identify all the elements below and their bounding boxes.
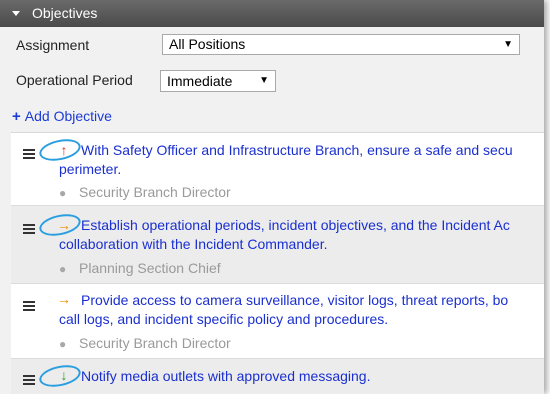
collapse-caret-icon[interactable] — [12, 10, 20, 16]
add-objective-link[interactable]: + Add Objective — [12, 108, 112, 125]
assignee-name: Security Branch Director — [79, 184, 231, 200]
add-objective-label: Add Objective — [24, 108, 112, 124]
objective-row[interactable]: ↓ Notify media outlets with approved mes… — [11, 359, 544, 394]
operational-period-select-value: Immediate — [167, 73, 233, 89]
section-header[interactable]: Objectives — [0, 0, 544, 27]
objective-row[interactable]: ↑ With Safety Officer and Infrastructure… — [11, 133, 544, 206]
assignment-label: Assignment — [16, 37, 90, 53]
assignee-name: Security Branch Director — [79, 335, 231, 351]
objective-assignee: ● Security Branch Director — [59, 335, 231, 351]
person-icon: ● — [59, 262, 67, 276]
priority-down-arrow-icon: ↓ — [60, 367, 68, 383]
priority-right-arrow-icon: → — [57, 291, 71, 307]
person-icon: ● — [59, 186, 67, 200]
objective-text-line-1: With Safety Officer and Infrastructure B… — [81, 142, 513, 158]
objective-row[interactable]: → Establish operational periods, inciden… — [11, 206, 544, 284]
drag-handle-icon[interactable] — [23, 375, 35, 385]
assignment-select[interactable]: All Positions ▼ — [162, 34, 520, 55]
objective-text-line-1: Establish operational periods, incident … — [81, 217, 510, 233]
objective-text[interactable]: Establish operational periods, incident … — [59, 216, 544, 254]
person-icon: ● — [59, 337, 67, 351]
objective-text-line-1: Provide access to camera surveillance, v… — [81, 292, 509, 308]
objectives-list: ↑ With Safety Officer and Infrastructure… — [11, 132, 544, 394]
assignee-name: Planning Section Chief — [79, 260, 221, 276]
objective-assignee: ● Planning Section Chief — [59, 260, 221, 276]
operational-period-label: Operational Period — [16, 72, 133, 88]
objective-text[interactable]: With Safety Officer and Infrastructure B… — [59, 141, 544, 179]
operational-period-select[interactable]: Immediate ▼ — [160, 70, 276, 92]
objective-text-line-2: call logs, and incident specific policy … — [59, 311, 389, 327]
drag-handle-icon[interactable] — [23, 149, 35, 159]
drag-handle-icon[interactable] — [23, 224, 35, 234]
objective-text[interactable]: Notify media outlets with approved messa… — [81, 367, 544, 386]
priority-up-arrow-icon: ↑ — [60, 142, 68, 158]
assignment-select-value: All Positions — [169, 36, 246, 52]
objective-text-line-1: Notify media outlets with approved messa… — [81, 368, 371, 384]
objective-text-line-2: perimeter. — [59, 161, 122, 177]
objective-text[interactable]: Provide access to camera surveillance, v… — [59, 291, 544, 329]
section-title: Objectives — [32, 5, 98, 21]
dropdown-arrow-icon: ▼ — [503, 39, 513, 50]
objective-text-line-2: collaboration with the Incident Commande… — [59, 236, 328, 252]
plus-icon: + — [12, 108, 21, 125]
dropdown-arrow-icon: ▼ — [259, 75, 269, 86]
objectives-panel: Objectives Assignment All Positions ▼ Op… — [0, 0, 544, 394]
objective-row[interactable]: → Provide access to camera surveillance,… — [11, 284, 544, 359]
objective-assignee: ● Security Branch Director — [59, 184, 231, 200]
priority-right-arrow-icon: → — [57, 217, 71, 233]
drag-handle-icon[interactable] — [23, 301, 35, 311]
objective-assignee: ● — [59, 389, 79, 394]
